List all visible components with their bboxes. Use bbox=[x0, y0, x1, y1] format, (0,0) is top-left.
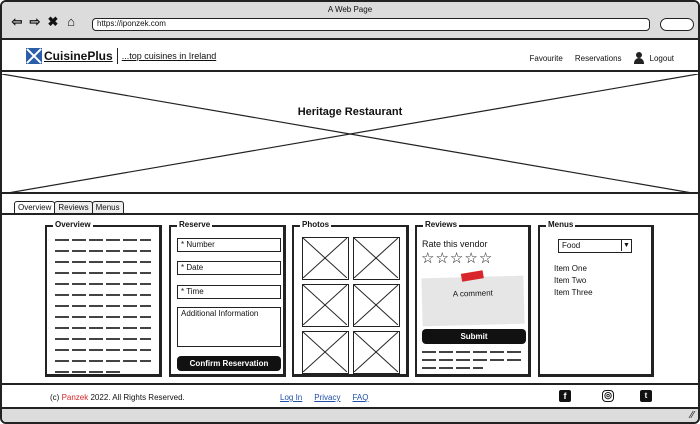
photo-thumbnail[interactable] bbox=[353, 284, 400, 327]
copyright-prefix: (c) bbox=[50, 393, 60, 402]
back-arrow-icon[interactable]: ⇦ bbox=[10, 15, 24, 29]
footer-link-faq[interactable]: FAQ bbox=[352, 393, 368, 402]
chevron-down-icon: ▼ bbox=[621, 240, 631, 251]
rate-label: Rate this vendor bbox=[422, 239, 488, 249]
submit-button[interactable]: Submit bbox=[422, 329, 526, 344]
browser-nav-icons: ⇦ ⇨ ✖ ⌂ bbox=[10, 15, 78, 29]
image-placeholder-cross bbox=[2, 74, 698, 194]
tab-divider bbox=[2, 213, 698, 215]
nav-reservations[interactable]: Reservations bbox=[575, 54, 622, 63]
user-icon bbox=[633, 52, 644, 64]
logo-icon bbox=[26, 48, 42, 64]
number-field[interactable]: * Number bbox=[177, 238, 281, 252]
menu-item[interactable]: Item Two bbox=[554, 276, 586, 285]
nav-logout[interactable]: Logout bbox=[650, 54, 674, 63]
close-icon[interactable]: ✖ bbox=[46, 15, 60, 29]
photos-title: Photos bbox=[300, 220, 332, 229]
comment-placeholder: A comment bbox=[452, 288, 493, 299]
site-footer: (c) Panzek 2022. All Rights Reserved. Lo… bbox=[2, 383, 698, 407]
photo-thumbnail[interactable] bbox=[353, 237, 400, 280]
status-bar: ⁄⁄ bbox=[2, 407, 698, 422]
home-icon[interactable]: ⌂ bbox=[64, 15, 78, 29]
star-icon[interactable]: ☆ bbox=[450, 251, 463, 266]
reviews-panel: Reviews Rate this vendor ☆ ☆ ☆ ☆ ☆ A com… bbox=[415, 220, 531, 377]
star-icon[interactable]: ☆ bbox=[479, 251, 492, 266]
logo-divider bbox=[116, 48, 118, 64]
hero-image-placeholder: Heritage Restaurant bbox=[2, 74, 698, 194]
photo-thumbnail[interactable] bbox=[353, 331, 400, 374]
tape-decoration bbox=[460, 270, 484, 282]
forward-arrow-icon[interactable]: ⇨ bbox=[28, 15, 42, 29]
photo-thumbnail[interactable] bbox=[302, 284, 349, 327]
menu-item[interactable]: Item One bbox=[554, 264, 587, 273]
browser-chrome: A Web Page ⇦ ⇨ ✖ ⌂ https://iponzek.com bbox=[2, 2, 698, 40]
reserve-panel: Reserve * Number * Date * Time Additiona… bbox=[169, 220, 286, 377]
reserve-title: Reserve bbox=[177, 220, 213, 229]
footer-link-login[interactable]: Log In bbox=[280, 393, 302, 402]
top-nav: Favourite Reservations Logout bbox=[529, 52, 674, 64]
date-field[interactable]: * Date bbox=[177, 261, 281, 275]
menu-item[interactable]: Item Three bbox=[554, 288, 593, 297]
photo-thumbnail[interactable] bbox=[302, 237, 349, 280]
footer-link-privacy[interactable]: Privacy bbox=[314, 393, 340, 402]
menus-title: Menus bbox=[546, 220, 576, 229]
menu-category-select[interactable]: Food ▼ bbox=[558, 239, 632, 253]
overview-text-placeholder bbox=[55, 239, 151, 382]
browser-window: A Web Page ⇦ ⇨ ✖ ⌂ https://iponzek.com C… bbox=[0, 0, 700, 424]
photo-grid bbox=[302, 237, 400, 374]
browser-search-field[interactable] bbox=[660, 18, 694, 31]
footer-links: Log In Privacy FAQ bbox=[280, 393, 369, 402]
overview-panel: Overview bbox=[45, 220, 162, 377]
time-field[interactable]: * Time bbox=[177, 285, 281, 299]
instagram-icon[interactable]: ◎ bbox=[602, 390, 614, 402]
tagline: ...top cuisines in Ireland bbox=[121, 51, 217, 61]
star-icon[interactable]: ☆ bbox=[435, 251, 448, 266]
star-icon[interactable]: ☆ bbox=[464, 251, 477, 266]
nav-favourite[interactable]: Favourite bbox=[529, 54, 562, 63]
logo-text: CuisinePlus bbox=[44, 49, 113, 63]
additional-info-field[interactable]: Additional Information bbox=[177, 307, 281, 347]
facebook-icon[interactable]: f bbox=[559, 390, 571, 402]
photo-thumbnail[interactable] bbox=[302, 331, 349, 374]
review-text-placeholder bbox=[422, 351, 523, 369]
url-bar[interactable]: https://iponzek.com bbox=[92, 18, 650, 31]
copyright: (c) Panzek 2022. All Rights Reserved. bbox=[50, 393, 185, 402]
copyright-suffix: 2022. All Rights Reserved. bbox=[90, 393, 185, 402]
select-value: Food bbox=[562, 241, 581, 250]
star-icon[interactable]: ☆ bbox=[421, 251, 434, 266]
menus-panel: Menus Food ▼ Item One Item Two Item Thre… bbox=[538, 220, 654, 377]
star-rating[interactable]: ☆ ☆ ☆ ☆ ☆ bbox=[421, 251, 492, 266]
photos-panel: Photos bbox=[292, 220, 409, 377]
twitter-icon[interactable]: t bbox=[640, 390, 652, 402]
confirm-reservation-button[interactable]: Confirm Reservation bbox=[177, 356, 281, 371]
brand-name: Panzek bbox=[61, 393, 89, 402]
restaurant-title: Heritage Restaurant bbox=[297, 106, 403, 118]
resize-grip-icon[interactable]: ⁄⁄ bbox=[691, 410, 694, 421]
comment-field[interactable]: A comment bbox=[421, 270, 525, 327]
site-header: CuisinePlus ...top cuisines in Ireland F… bbox=[2, 42, 698, 72]
overview-title: Overview bbox=[53, 220, 93, 229]
window-title: A Web Page bbox=[327, 5, 373, 14]
reviews-title: Reviews bbox=[423, 220, 460, 229]
logo[interactable]: CuisinePlus ...top cuisines in Ireland bbox=[26, 48, 216, 64]
